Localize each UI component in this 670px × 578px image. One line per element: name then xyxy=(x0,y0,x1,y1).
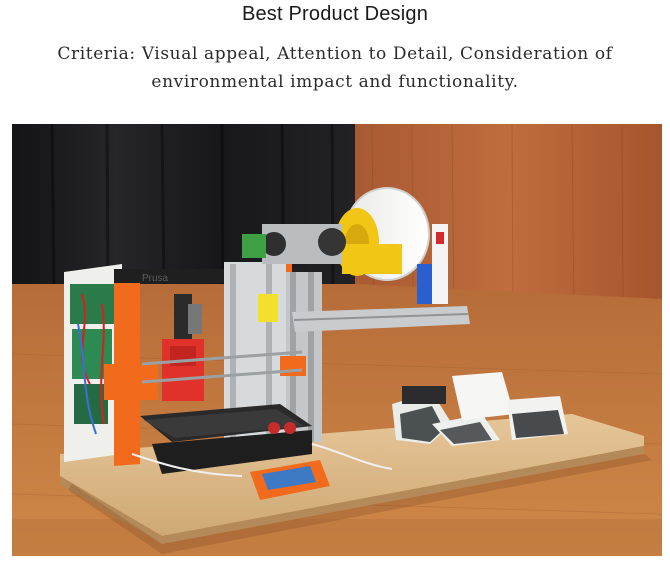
criteria-text: Criteria: Visual appeal, Attention to De… xyxy=(57,44,613,92)
product-photo-illustration: Prusa xyxy=(12,124,662,556)
product-photo: Prusa xyxy=(12,124,662,556)
warning-label xyxy=(258,294,278,322)
curtain xyxy=(12,124,357,294)
frame-label: Prusa xyxy=(142,273,169,284)
page: Best Product Design Criteria: Visual app… xyxy=(0,0,670,578)
page-title: Best Product Design xyxy=(241,3,429,25)
